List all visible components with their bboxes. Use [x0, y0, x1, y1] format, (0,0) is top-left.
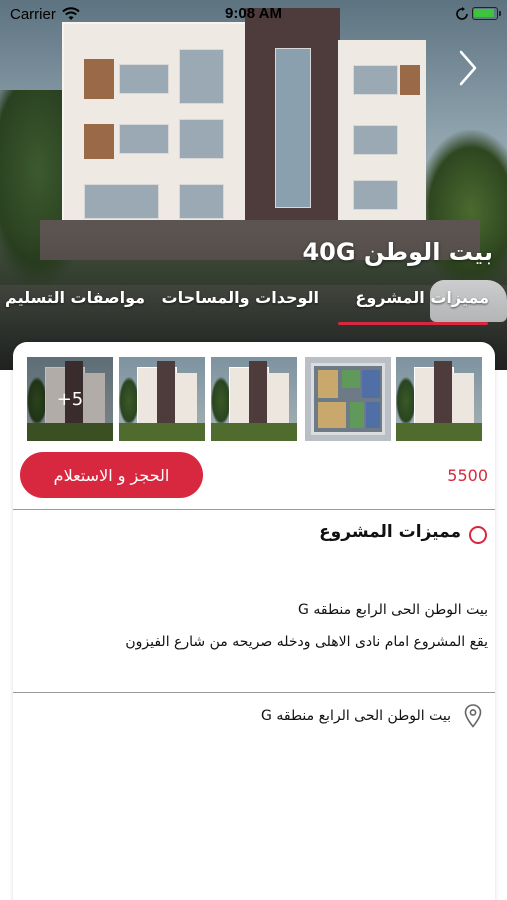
chevron-right-icon[interactable] — [452, 48, 482, 88]
location-text[interactable]: بيت الوطن الحى الرابع منطقه G — [261, 708, 451, 724]
building-center-tower — [245, 8, 340, 228]
gallery-thumb[interactable] — [119, 357, 205, 441]
tab-delivery-specs[interactable]: مواصفات التسليم — [5, 288, 145, 307]
more-photos-count: +5 — [27, 357, 113, 441]
active-tab-indicator — [338, 322, 488, 325]
features-section-title: مميزات المشروع — [319, 522, 461, 542]
battery-icon — [472, 7, 501, 20]
clock: 9:08 AM — [225, 5, 282, 22]
features-line: يقع المشروع امام نادى الاهلى ودخله صريحه… — [125, 634, 488, 650]
gallery-thumbnails: +5 — [27, 357, 482, 441]
divider — [13, 509, 495, 510]
tab-project-features[interactable]: مميزات المشروع — [355, 288, 489, 307]
gallery-thumb-floorplan[interactable] — [305, 357, 391, 441]
sync-icon — [456, 6, 468, 25]
price-value: 5500 — [447, 466, 488, 485]
features-line: بيت الوطن الحى الرابع منطقه G — [298, 602, 488, 618]
divider — [13, 692, 495, 693]
gallery-thumb[interactable] — [211, 357, 297, 441]
status-bar: Carrier 9:08 AM — [0, 0, 507, 28]
tab-units-and-areas[interactable]: الوحدات والمساحات — [162, 288, 320, 307]
building-left-wing — [62, 22, 247, 227]
building-right-wing — [338, 40, 426, 225]
gallery-thumb[interactable] — [396, 357, 482, 441]
section-radio-icon — [469, 526, 487, 544]
map-pin-icon[interactable] — [464, 704, 482, 728]
gallery-thumb-more[interactable]: +5 — [27, 357, 113, 441]
project-title: بيت الوطن 40G — [302, 238, 493, 266]
details-card: +5 5500 الحجز و الاستعلام مميزات المشروع… — [13, 342, 495, 900]
booking-inquiry-button[interactable]: الحجز و الاستعلام — [20, 452, 203, 498]
